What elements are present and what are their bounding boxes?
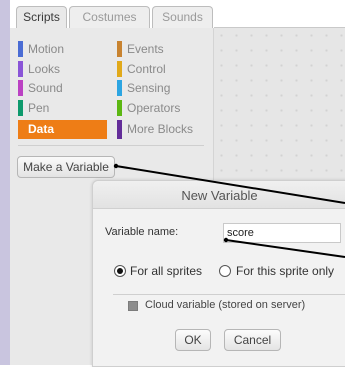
arrow-dot [113,163,119,169]
annotation-arrows [113,163,345,258]
arrow-to-dialog [115,165,345,204]
arrow-to-name-field [225,239,345,258]
arrow-dot [223,237,229,243]
